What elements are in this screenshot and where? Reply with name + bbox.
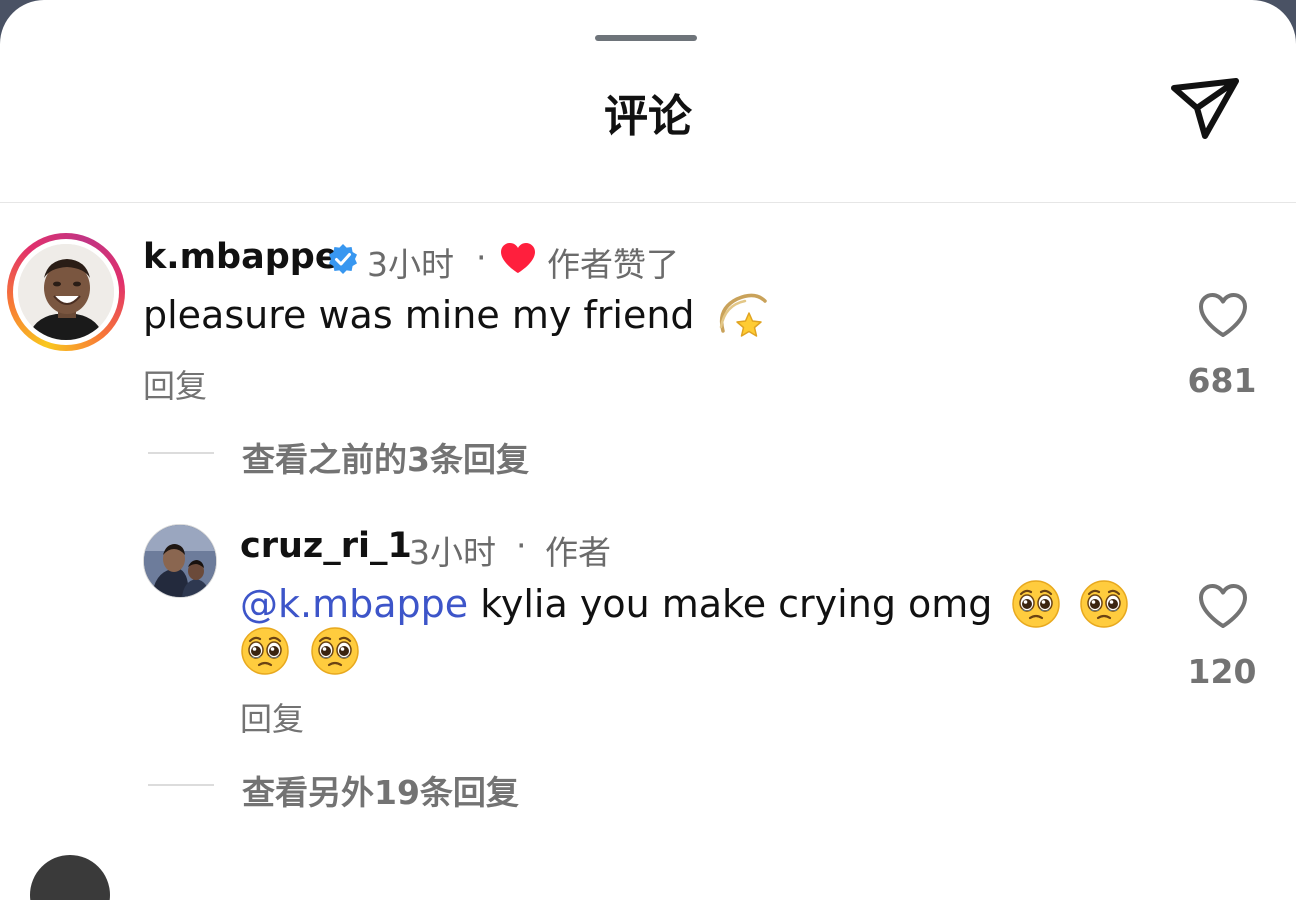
heart-outline-icon	[1199, 584, 1247, 628]
meta-separator: ·	[516, 526, 527, 565]
like-count: 120	[1187, 652, 1257, 691]
thread-line	[148, 784, 214, 786]
like-count: 681	[1187, 361, 1257, 400]
share-icon	[1171, 78, 1239, 139]
comment-body: pleasure was mine my friend	[143, 293, 695, 337]
comment-time: 3小时	[367, 245, 454, 284]
view-more-replies-button[interactable]: 查看另外19条回复	[242, 766, 519, 814]
thread-line	[148, 452, 214, 454]
like-button[interactable]	[1197, 291, 1249, 339]
reply-button[interactable]: 回复	[240, 694, 304, 740]
mention-link[interactable]: @k.mbappe	[240, 582, 468, 626]
reply-body: kylia you make crying omg	[480, 582, 993, 626]
dizzy-star-emoji	[719, 293, 767, 337]
avatar	[18, 244, 114, 340]
comment-username[interactable]: k.mbappe	[143, 237, 339, 277]
reply-text: @k.mbappe kylia you make crying omg	[240, 579, 1129, 629]
reply-text-line-2	[240, 626, 360, 676]
meta-separator: ·	[476, 238, 487, 277]
author-badge: 作者	[545, 533, 611, 572]
red-heart-icon	[501, 243, 535, 273]
pleading-face-emoji	[1079, 579, 1128, 628]
pleading-face-emoji	[311, 627, 359, 675]
comments-sheet: 评论 k.mbappe 3小时 · 作者赞了 pleasure was mine…	[0, 0, 1296, 900]
reply-button[interactable]: 回复	[143, 361, 207, 407]
like-button[interactable]	[1197, 582, 1249, 630]
comment-text: pleasure was mine my friend	[143, 293, 769, 341]
sheet-grabber[interactable]	[595, 35, 697, 41]
avatar-story-ring[interactable]	[7, 233, 125, 351]
heart-outline-icon	[1199, 293, 1247, 337]
avatar[interactable]	[143, 524, 217, 598]
header-divider	[0, 202, 1296, 203]
pleading-face-emoji	[1011, 579, 1060, 628]
page-title: 评论	[604, 91, 692, 142]
pleading-face-emoji	[241, 627, 289, 675]
reply-time: 3小时	[409, 533, 496, 572]
share-button[interactable]	[1166, 70, 1244, 144]
author-liked-label: 作者赞了	[547, 245, 679, 284]
verified-badge-icon	[329, 244, 357, 274]
view-previous-replies-button[interactable]: 查看之前的3条回复	[242, 433, 529, 481]
reply-username[interactable]: cruz_ri_1	[240, 526, 412, 566]
